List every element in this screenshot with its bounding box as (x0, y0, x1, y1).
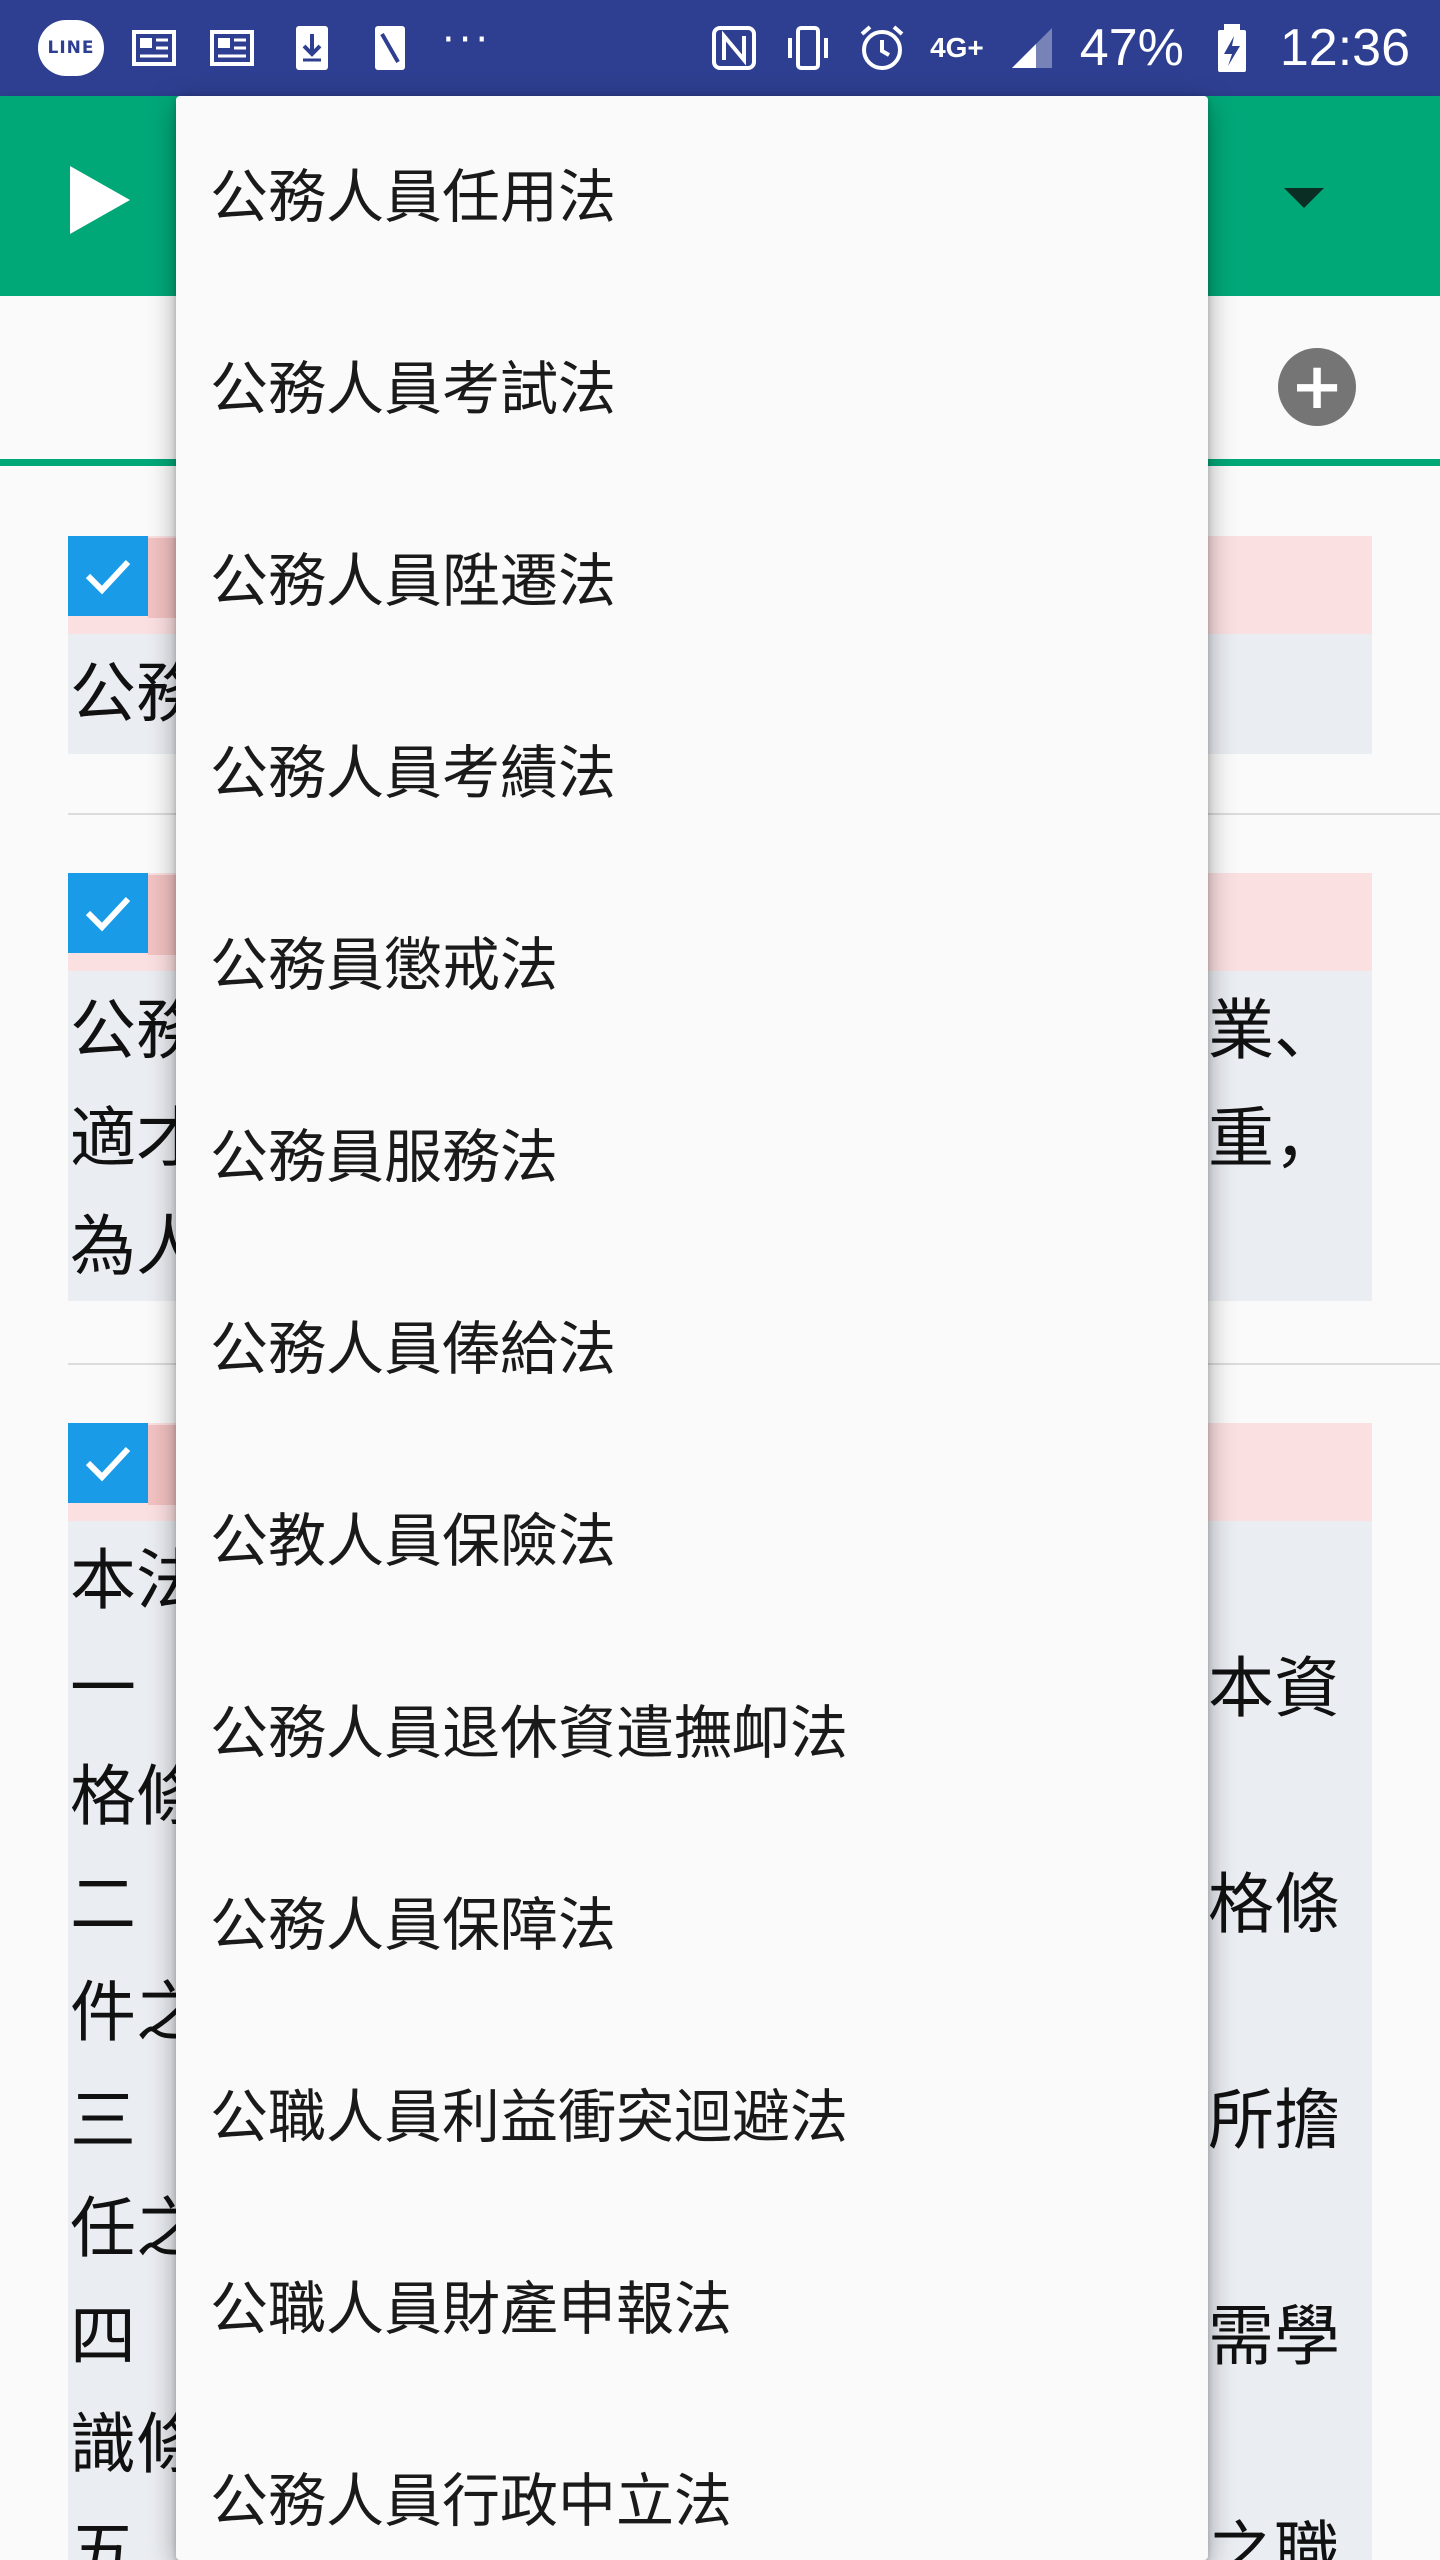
play-icon[interactable] (70, 166, 130, 234)
checkbox-checked-icon[interactable] (68, 536, 148, 616)
download-icon (286, 22, 338, 74)
dropdown-arrow-icon[interactable] (1284, 188, 1324, 208)
checkbox-checked-icon[interactable] (68, 873, 148, 953)
article-text-line: 本資 (1208, 1650, 1340, 1727)
article-title-fragment (148, 1425, 178, 1505)
menu-item[interactable]: 公務人員俸給法 (176, 1248, 1208, 1440)
menu-item[interactable]: 公務人員陞遷法 (176, 480, 1208, 672)
menu-item[interactable]: 公務員懲戒法 (176, 864, 1208, 1056)
menu-item[interactable]: 公務人員保障法 (176, 1824, 1208, 2016)
article-text-line: 三 (70, 2082, 136, 2159)
article-text-line: 四 (70, 2298, 136, 2375)
vibrate-icon (782, 22, 834, 74)
more-notifications-icon: ··· (442, 17, 493, 63)
checkbox-checked-icon[interactable] (68, 1423, 148, 1503)
menu-item[interactable]: 公務人員考績法 (176, 672, 1208, 864)
article-text-line: 格條 (1208, 1866, 1340, 1943)
article-text-line: 重， (1208, 1100, 1340, 1177)
article-text-line: 一 (70, 1650, 136, 1727)
network-type-label: 4G+ (930, 32, 984, 63)
add-button[interactable]: + (1278, 348, 1356, 426)
status-bar-notifications: LINE ··· (38, 14, 492, 82)
menu-item[interactable]: 公職人員財產申報法 (176, 2208, 1208, 2400)
status-bar-system: 4G+ 47% 12:36 (708, 14, 1410, 82)
battery-charging-icon (1206, 22, 1258, 74)
article-text-line: 二 (70, 1866, 136, 1943)
menu-item[interactable]: 公務人員考試法 (176, 288, 1208, 480)
menu-item[interactable]: 公務人員任用法 (176, 96, 1208, 288)
article-text-line: 五 (70, 2514, 136, 2560)
alarm-icon (856, 22, 908, 74)
nfc-icon (708, 22, 760, 74)
menu-item[interactable]: 公務員服務法 (176, 1056, 1208, 1248)
article-text-line: 業、 (1208, 992, 1340, 1069)
law-dropdown-menu: 公務人員任用法 公務人員考試法 公務人員陞遷法 公務人員考績法 公務員懲戒法 公… (176, 96, 1208, 2560)
news-icon-2 (208, 22, 260, 74)
menu-item[interactable]: 公職人員利益衝突迴避法 (176, 2016, 1208, 2208)
line-app-icon: LINE (38, 20, 104, 76)
news-icon (130, 22, 182, 74)
status-bar: LINE ··· 4G+ 47% 12:36 (0, 0, 1440, 96)
menu-item[interactable]: 公教人員保險法 (176, 1440, 1208, 1632)
article-text-line: 需學 (1208, 2298, 1340, 2375)
article-text-line: 之職 (1208, 2514, 1340, 2560)
article-text-line: 所擔 (1208, 2082, 1340, 2159)
clock: 12:36 (1279, 19, 1410, 77)
signal-icon (1006, 22, 1058, 74)
menu-item[interactable]: 公務人員行政中立法 (176, 2400, 1208, 2560)
battery-percent: 47% (1079, 19, 1184, 77)
article-title-fragment (148, 538, 178, 618)
menu-item[interactable]: 公務人員退休資遣撫卹法 (176, 1632, 1208, 1824)
sd-card-icon (364, 22, 416, 74)
article-title-fragment (148, 875, 178, 955)
